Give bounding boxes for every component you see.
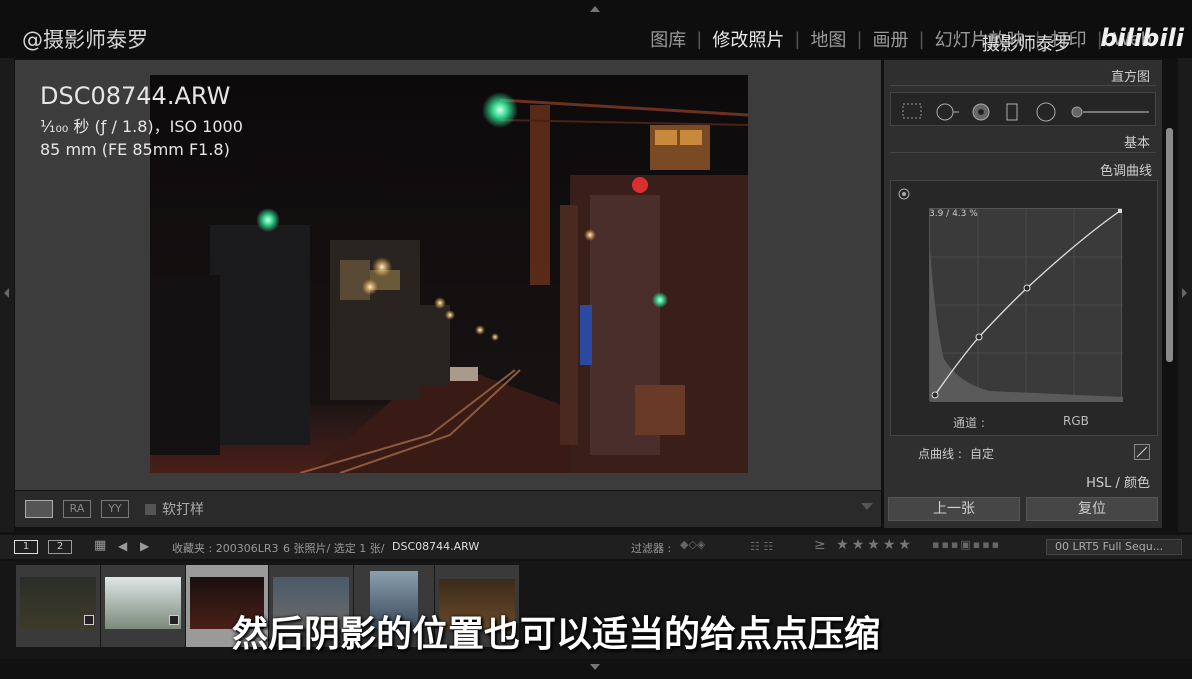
point-curve-row: 点曲线 : 自定 [890,440,1158,466]
tone-curve-header[interactable]: 色调曲线 [1100,160,1152,179]
watermark-handle: @摄影师泰罗 [22,28,148,52]
filter-preset-dropdown[interactable]: 00 LRT5 Full Sequ... [1046,539,1182,555]
top-module-bar: @摄影师泰罗 图库 | 修改照片 | 地图 | 画册 | 幻灯片放映 | 打印 | Web … [0,0,1192,58]
adjustment-brush-slider[interactable] [1069,102,1151,122]
filmstrip-thumb[interactable] [101,565,185,647]
before-after-split-button[interactable]: YY [101,500,129,518]
secondary-window-button[interactable]: 2 [48,540,72,554]
histogram-header[interactable]: 直方图 [1111,66,1150,85]
curve-point-value: 3.9 / 4.3 % [929,209,978,219]
color-label-filter[interactable]: ▪▪▪▣▪▪▪ [932,538,1001,551]
channel-select[interactable]: RGB [1063,414,1089,428]
view-toolbar: RA YY 软打样 [15,491,881,527]
forward-arrow-icon[interactable]: ▶ [140,539,149,553]
primary-window-button[interactable]: 1 [14,540,38,554]
develop-right-panel: 直方图 基本 色调曲线 3.9 / 4.3 % 通道: RGB 点曲线: 自… [884,60,1162,528]
red-eye-icon[interactable] [971,102,991,122]
photo-view: DSC08744.ARW ¹⁄₁₀₀ 秒 (ƒ / 1.8)，ISO 1000 … [15,60,881,490]
toolbar-dropdown-icon[interactable] [861,503,873,510]
point-curve-select[interactable]: 自定 [970,445,994,462]
divider [890,85,1156,86]
divider [890,152,1156,153]
tone-curve-box: 3.9 / 4.3 % 通道 : RGB [890,180,1158,436]
photo-count: 6 张照片/ 选定 1 张/ [283,542,385,555]
expand-left-arrow-icon[interactable] [4,288,9,298]
hsl-color-header[interactable]: HSL / 颜色 [1086,472,1150,491]
edited-badge-icon [169,615,179,625]
edited-badge-icon [84,615,94,625]
video-subtitle: 然后阴影的位置也可以适当的给点点压缩 [232,614,881,655]
graduated-filter-icon[interactable] [1005,102,1019,122]
loupe-view-button[interactable] [25,500,53,518]
rating-filter[interactable]: ≥ ★★★★★ [814,537,914,553]
tone-curve-graph[interactable] [929,208,1123,402]
soft-proof-checkbox[interactable] [145,503,156,515]
soft-proof-label: 软打样 [162,502,204,518]
panel-scrollbar[interactable] [1166,128,1173,362]
crop-tool-icon[interactable] [901,102,923,120]
module-library[interactable]: 图库 [650,26,686,52]
filmstrip-thumb[interactable] [16,565,100,647]
left-panel-toggle[interactable] [0,58,14,532]
tool-strip [890,92,1156,126]
collection-source[interactable]: 收藏夹 : 200306LR3 [172,540,278,556]
photo-exposure: ¹⁄₁₀₀ 秒 (ƒ / 1.8)，ISO 1000 [40,117,243,136]
photo-lens: 85 mm (FE 85mm F1.8) [40,140,230,159]
photo-filename: DSC08744.ARW [40,82,231,110]
target-adjust-icon[interactable] [897,187,911,201]
filter-label: 过滤器 : [631,542,672,555]
channel-label: 通道 : [953,416,985,430]
spot-removal-icon[interactable] [935,102,961,122]
back-arrow-icon[interactable]: ◀ [118,539,127,553]
collapse-bottom-arrow-icon[interactable] [590,664,600,670]
module-book[interactable]: 画册 [873,26,909,52]
bilibili-logo: bilibili [1100,24,1184,52]
flag-filter-icon[interactable]: ◆◇◈ [680,538,705,551]
filmstrip-toolbar: 1 2 ▦ ◀ ▶ 收藏夹 : 200306LR3 6 张照片/ 选定 1 张/… [0,535,1192,559]
module-develop[interactable]: 修改照片 [712,26,784,52]
module-picker: 图库 | 修改照片 | 地图 | 画册 | 幻灯片放映 | 打印 | Web [650,26,1152,52]
before-after-button[interactable]: RA [63,500,91,518]
photo-info-overlay: DSC08744.ARW ¹⁄₁₀₀ 秒 (ƒ / 1.8)，ISO 1000 … [40,82,243,159]
collapse-top-arrow-icon[interactable] [590,6,600,12]
edit-filter-icon[interactable]: ☷ ☷ [750,540,773,553]
point-curve-label: 点曲线 : [918,447,962,461]
grid-view-icon[interactable]: ▦ [94,538,106,553]
current-filename[interactable]: DSC08744.ARW [392,540,479,553]
right-panel-edge[interactable] [1178,58,1192,532]
collapse-right-arrow-icon[interactable] [1182,288,1187,298]
radial-filter-icon[interactable] [1035,102,1057,124]
watermark-overlay: 摄影师泰罗 [982,34,1072,55]
edit-point-curve-icon[interactable] [1134,444,1150,460]
tone-curve-plot [930,209,1123,402]
reset-button[interactable]: 复位 [1026,497,1158,521]
previous-button[interactable]: 上一张 [888,497,1020,521]
module-map[interactable]: 地图 [810,26,846,52]
basic-header[interactable]: 基本 [1124,132,1150,151]
